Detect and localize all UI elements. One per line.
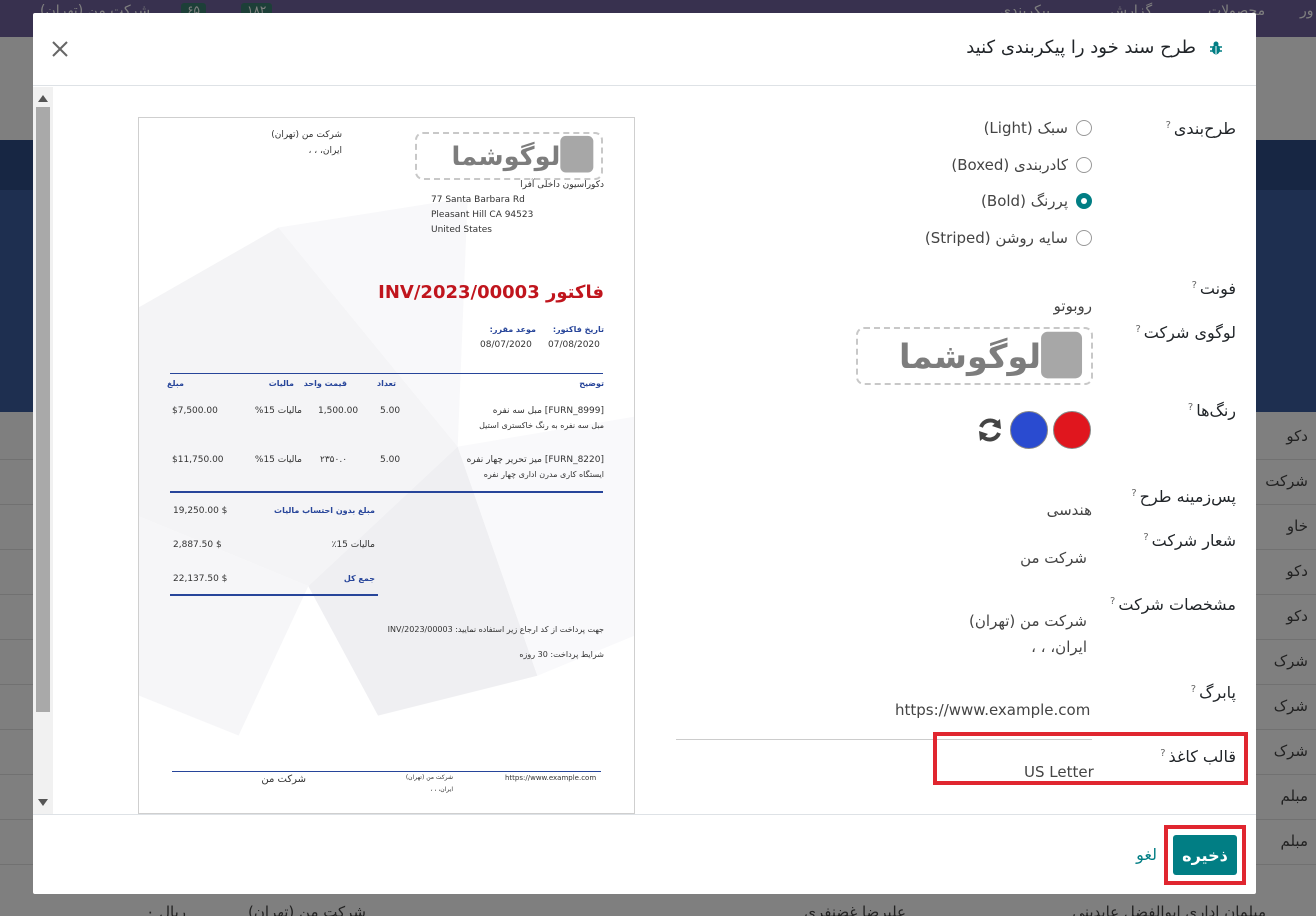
help-icon: ? bbox=[1191, 279, 1197, 291]
preview-line-amount: $11,750.00 bbox=[172, 455, 224, 465]
preview-total-value: 22,137.50 $ bbox=[173, 574, 228, 584]
preview-line-subdesc: مبل سه نفره به رنگ خاکستری استیل bbox=[479, 421, 604, 430]
geometric-background bbox=[139, 197, 634, 736]
preview-total-label: جمع کل bbox=[343, 574, 375, 583]
save-button[interactable]: ذخیره bbox=[1173, 835, 1237, 875]
help-icon: ? bbox=[1135, 323, 1141, 335]
colors-label: رنگ‌ها? bbox=[1187, 401, 1236, 420]
preview-tax-value: 2,887.50 $ bbox=[173, 540, 222, 550]
preview-date-value: 07/08/2020 bbox=[548, 340, 600, 350]
preview-table-top-line bbox=[170, 373, 603, 374]
secondary-color-swatch[interactable] bbox=[1010, 411, 1048, 449]
preview-footer-tagline: شرکت من bbox=[261, 774, 306, 785]
preview-untaxed-value: 19,250.00 $ bbox=[173, 506, 228, 516]
logo-label: لوگوی شرکت? bbox=[1135, 323, 1236, 342]
document-layout-dialog: طرح سند خود را پیکربندی کنید شرکت من (ته… bbox=[33, 13, 1256, 894]
primary-color-swatch[interactable] bbox=[1053, 411, 1091, 449]
preview-line-desc: [FURN_8999] مبل سه نفره bbox=[492, 406, 604, 416]
document-preview: شرکت من (تهران) ایران، ، ، لوگوشما دکورا… bbox=[138, 117, 635, 814]
preview-line-price: 1,500.00 bbox=[318, 406, 359, 416]
preview-company-country: ایران، ، ، bbox=[308, 146, 342, 156]
tagline-label: شعار شرکت? bbox=[1143, 531, 1236, 550]
paper-format-label: قالب کاغذ? bbox=[1160, 747, 1236, 766]
refresh-colors-icon[interactable] bbox=[975, 415, 1005, 445]
preview-total-line bbox=[170, 594, 378, 596]
background-select[interactable]: هندسی bbox=[1047, 501, 1092, 519]
dialog-body: شرکت من (تهران) ایران، ، ، لوگوشما دکورا… bbox=[33, 87, 1256, 814]
close-icon[interactable] bbox=[48, 37, 72, 61]
preview-untaxed-label: مبلغ بدون احتساب مالیات bbox=[274, 506, 375, 515]
preview-line-qty: 5.00 bbox=[380, 406, 401, 416]
tagline-input[interactable]: شرکت من bbox=[1020, 549, 1087, 567]
preview-footer-url: https://www.example.com bbox=[505, 774, 597, 782]
preview-due-value: 08/07/2020 bbox=[480, 340, 532, 350]
preview-line-tax: مالیات 15% bbox=[254, 406, 302, 416]
preview-line-price: ۲۳۵۰.۰ bbox=[320, 455, 348, 465]
preview-invoice-title: فاکتور INV/2023/00003 bbox=[378, 282, 604, 303]
preview-th-tax: مالیات bbox=[268, 379, 294, 388]
radio-button[interactable] bbox=[1076, 120, 1092, 136]
preview-company-name: شرکت من (تهران) bbox=[271, 130, 342, 140]
layout-label: طرح‌بندی? bbox=[1165, 119, 1236, 138]
preview-line-desc: [FURN_8220] میز تحریر چهار نفره bbox=[466, 455, 604, 465]
preview-line-qty: 5.00 bbox=[380, 455, 401, 465]
footer-input[interactable]: https://www.example.com bbox=[895, 701, 1090, 719]
help-icon: ? bbox=[1190, 683, 1197, 695]
font-label: فونت? bbox=[1191, 279, 1236, 298]
preview-address-line: Pleasant Hill CA 94523 bbox=[431, 210, 534, 220]
scroll-down-arrow-icon[interactable] bbox=[38, 799, 48, 806]
company-details-line[interactable]: شرکت من (تهران) bbox=[969, 612, 1087, 630]
preview-scrollbar[interactable] bbox=[33, 87, 53, 814]
preview-footer-line bbox=[172, 771, 601, 772]
layout-option-striped[interactable]: سایه روشن (Striped) bbox=[925, 227, 1092, 249]
preview-th-quantity: تعداد bbox=[377, 379, 396, 388]
preview-logo-text: لوگوشما bbox=[452, 141, 561, 172]
help-icon: ? bbox=[1165, 119, 1171, 131]
bug-icon[interactable] bbox=[1208, 40, 1224, 56]
help-icon: ? bbox=[1110, 595, 1116, 607]
help-icon: ? bbox=[1187, 401, 1194, 413]
preview-address-line: 77 Santa Barbara Rd bbox=[431, 195, 525, 205]
company-details-label: مشخصات شرکت? bbox=[1110, 595, 1236, 614]
layout-option-light[interactable]: سبک (Light) bbox=[984, 117, 1092, 139]
preview-address-line: United States bbox=[431, 225, 492, 235]
help-icon: ? bbox=[1160, 747, 1166, 759]
logo-text: لوگوشما bbox=[899, 337, 1041, 377]
preview-partner-name: دکوراسیون داخلی آفرا bbox=[520, 180, 604, 190]
preview-payment-terms: شرایط پرداخت: 30 روزه bbox=[519, 650, 604, 659]
help-icon: ? bbox=[1131, 487, 1137, 499]
radio-button[interactable] bbox=[1076, 230, 1092, 246]
preview-th-amount: مبلغ bbox=[167, 379, 184, 388]
dialog-footer: ذخیره لغو bbox=[33, 814, 1256, 894]
company-logo-upload[interactable]: لوگوشما bbox=[856, 327, 1093, 385]
background-label: پس‌زمینه طرح? bbox=[1131, 487, 1236, 506]
scroll-up-arrow-icon[interactable] bbox=[38, 95, 48, 102]
radio-button[interactable] bbox=[1076, 157, 1092, 173]
preview-footer-company: شرکت من (تهران) bbox=[405, 774, 453, 781]
preview-line-tax: مالیات 15% bbox=[254, 455, 302, 465]
layout-option-bold[interactable]: پررنگ (Bold) bbox=[981, 190, 1092, 212]
preview-due-label: موعد مقرر: bbox=[489, 325, 536, 334]
preview-table-bottom-line bbox=[170, 491, 603, 493]
preview-th-description: توضیح bbox=[579, 379, 604, 388]
layout-option-boxed[interactable]: کادربندی (Boxed) bbox=[951, 154, 1092, 176]
preview-footer-country: ایران، ، ، bbox=[430, 786, 453, 793]
font-select[interactable]: روبوتو bbox=[1054, 297, 1092, 315]
preview-logo: لوگوشما bbox=[415, 132, 603, 180]
scroll-thumb[interactable] bbox=[36, 107, 50, 712]
preview-date-label: تاریخ فاکتور: bbox=[552, 325, 604, 334]
company-details-line[interactable]: ایران، ، ، bbox=[1031, 638, 1087, 656]
preview-th-price: قیمت واحد bbox=[303, 379, 347, 388]
footer-label: پابرگ? bbox=[1190, 683, 1236, 702]
preview-payment-reference: جهت پرداخت از کد ارجاع زیر استفاده نمایی… bbox=[387, 625, 604, 634]
preview-line-amount: $7,500.00 bbox=[172, 406, 218, 416]
radio-button-checked[interactable] bbox=[1076, 193, 1092, 209]
paper-format-select[interactable]: US Letter bbox=[1024, 763, 1094, 781]
dialog-header: طرح سند خود را پیکربندی کنید bbox=[33, 13, 1256, 86]
help-icon: ? bbox=[1143, 531, 1149, 543]
cancel-button[interactable]: لغو bbox=[1136, 845, 1157, 864]
dialog-title: طرح سند خود را پیکربندی کنید bbox=[966, 37, 1196, 58]
preview-line-subdesc: ایستگاه کاری مدرن اداری چهار نفره bbox=[483, 470, 604, 479]
preview-tax-label: مالیات 15٪ bbox=[331, 540, 375, 550]
